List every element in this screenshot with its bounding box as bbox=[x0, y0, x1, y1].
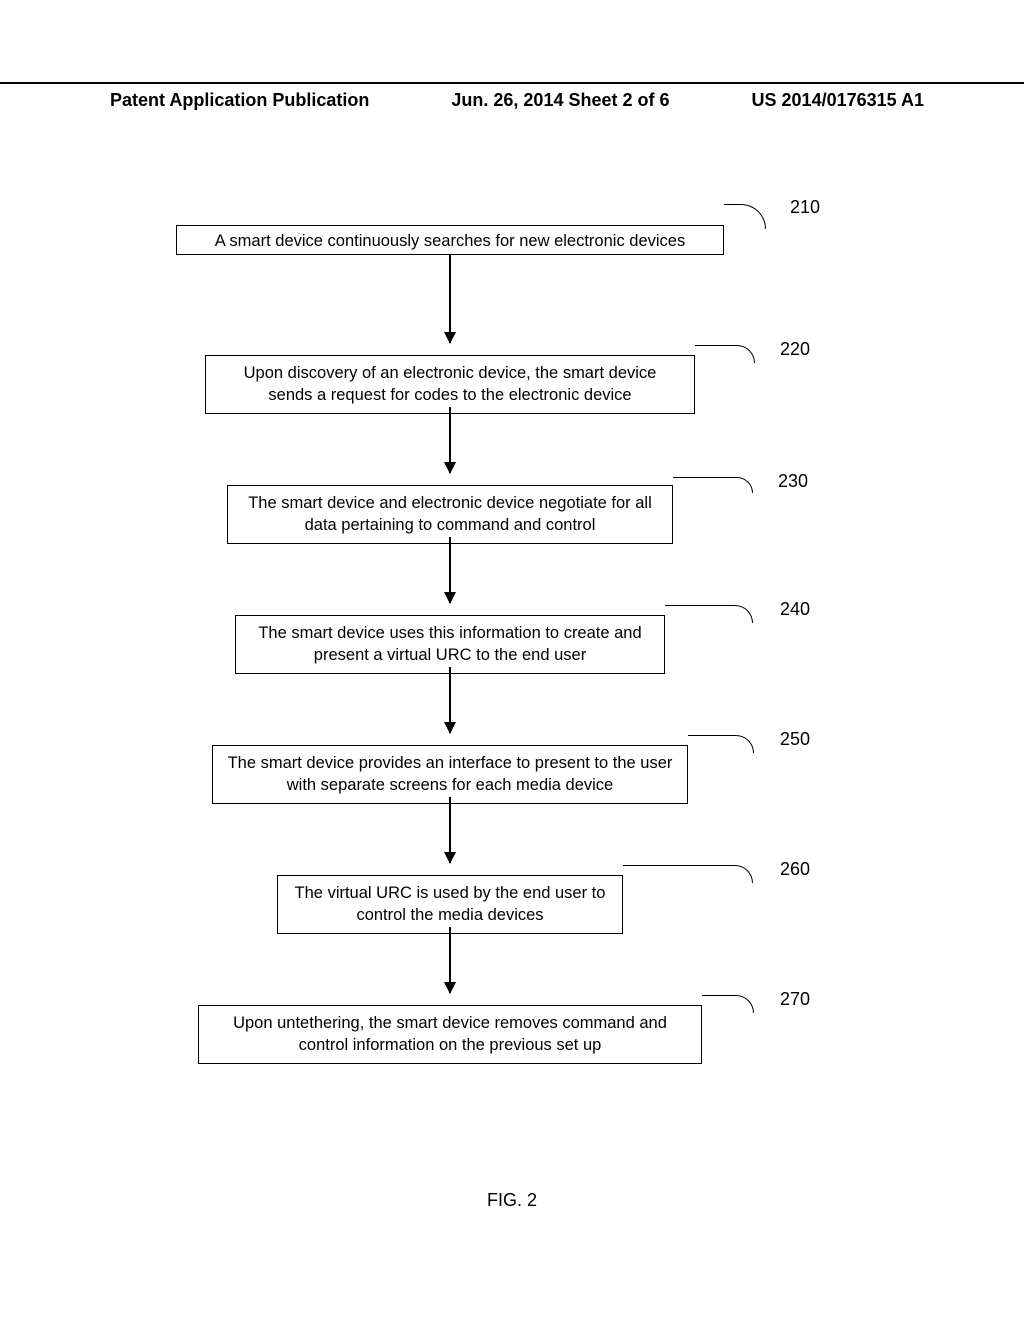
arrow-down-icon bbox=[449, 537, 451, 603]
arrow-down-icon bbox=[449, 255, 451, 343]
flow-step: The smart device provides an interface t… bbox=[0, 745, 1024, 875]
arrow-down-icon bbox=[449, 927, 451, 993]
figure-label: FIG. 2 bbox=[0, 1190, 1024, 1211]
header-left: Patent Application Publication bbox=[0, 90, 369, 111]
header-right: US 2014/0176315 A1 bbox=[752, 90, 1024, 111]
leader-line bbox=[623, 865, 753, 883]
step-box: Upon untethering, the smart device remov… bbox=[198, 1005, 702, 1064]
reference-numeral: 260 bbox=[780, 859, 810, 880]
reference-numeral: 210 bbox=[790, 197, 820, 218]
reference-numeral: 230 bbox=[778, 471, 808, 492]
arrow-down-icon bbox=[449, 407, 451, 473]
flowchart: A smart device continuously searches for… bbox=[0, 225, 1024, 1075]
leader-line bbox=[665, 605, 753, 623]
leader-line bbox=[688, 735, 754, 753]
flow-step: The virtual URC is used by the end user … bbox=[0, 875, 1024, 1005]
step-box: Upon discovery of an electronic device, … bbox=[205, 355, 695, 414]
reference-numeral: 240 bbox=[780, 599, 810, 620]
step-box: The smart device uses this information t… bbox=[235, 615, 665, 674]
reference-numeral: 220 bbox=[780, 339, 810, 360]
arrow-down-icon bbox=[449, 797, 451, 863]
leader-line bbox=[695, 345, 755, 363]
reference-numeral: 270 bbox=[780, 989, 810, 1010]
step-box: The smart device provides an interface t… bbox=[212, 745, 688, 804]
flow-step: A smart device continuously searches for… bbox=[0, 225, 1024, 355]
flow-step: Upon discovery of an electronic device, … bbox=[0, 355, 1024, 485]
page-header: Patent Application Publication Jun. 26, … bbox=[0, 82, 1024, 111]
step-box: The virtual URC is used by the end user … bbox=[277, 875, 623, 934]
step-box: A smart device continuously searches for… bbox=[176, 225, 724, 255]
flow-step: Upon untethering, the smart device remov… bbox=[0, 1005, 1024, 1075]
leader-line bbox=[702, 995, 754, 1013]
leader-line bbox=[724, 204, 766, 229]
header-center: Jun. 26, 2014 Sheet 2 of 6 bbox=[451, 90, 669, 111]
flow-step: The smart device and electronic device n… bbox=[0, 485, 1024, 615]
reference-numeral: 250 bbox=[780, 729, 810, 750]
step-box: The smart device and electronic device n… bbox=[227, 485, 673, 544]
arrow-down-icon bbox=[449, 667, 451, 733]
flow-step: The smart device uses this information t… bbox=[0, 615, 1024, 745]
leader-line bbox=[673, 477, 753, 493]
